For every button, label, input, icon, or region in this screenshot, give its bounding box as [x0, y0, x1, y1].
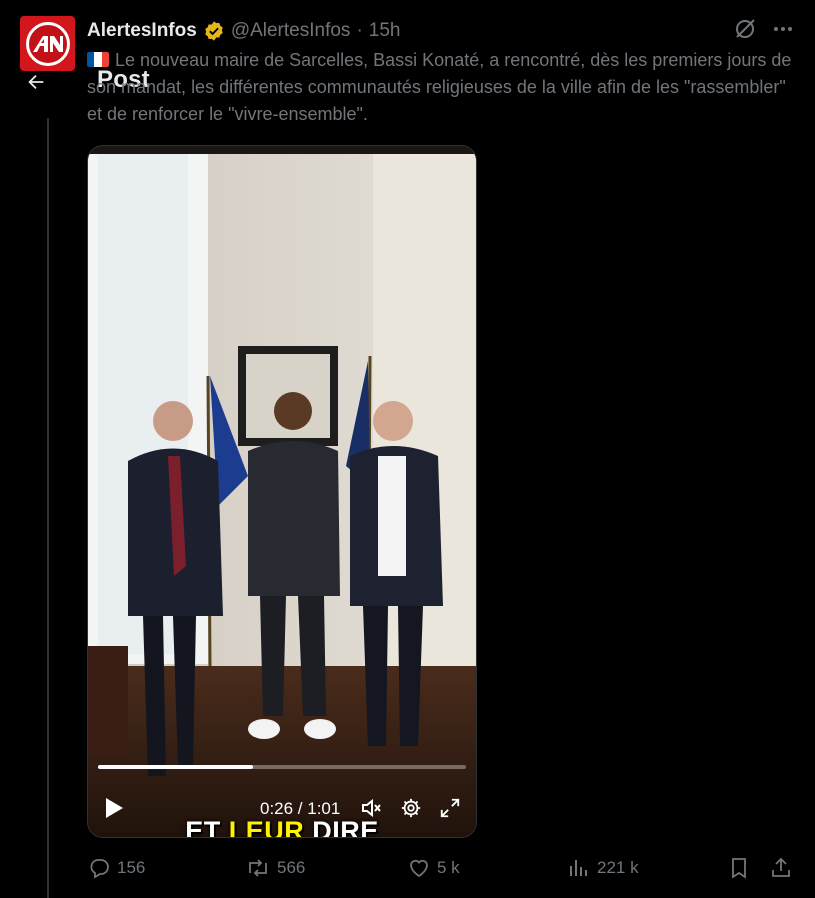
meta-separator: ·: [356, 20, 363, 41]
avatar[interactable]: [20, 16, 75, 71]
arrow-left-icon: [28, 74, 44, 90]
france-flag-icon: [87, 52, 109, 67]
reply-icon: [90, 859, 109, 879]
video-time: 0:26 / 1:01: [260, 799, 341, 818]
views-icon: [570, 860, 587, 876]
play-icon: [106, 798, 123, 818]
heart-icon: [410, 859, 428, 878]
timestamp[interactable]: 15h: [369, 20, 401, 42]
like-count: 5 k: [437, 858, 460, 877]
grok-button[interactable]: [733, 17, 757, 46]
more-icon: [774, 26, 792, 31]
handle[interactable]: @AlertesInfos: [231, 20, 351, 42]
video-progress-bar[interactable]: [98, 765, 466, 769]
gear-icon: [401, 798, 421, 818]
repost-count: 566: [277, 858, 306, 877]
fullscreen-icon: [440, 798, 460, 818]
thread-line: [47, 118, 49, 898]
bookmark-button[interactable]: [727, 852, 751, 884]
share-button[interactable]: [769, 852, 793, 884]
play-button[interactable]: [101, 794, 127, 822]
settings-button[interactable]: [398, 796, 424, 820]
grok-icon: [736, 18, 755, 38]
tweet-text: Le nouveau maire de Sarcelles, Bassi Kon…: [87, 47, 797, 128]
video-frame: [88, 146, 476, 837]
views-count: 221 k: [597, 858, 639, 877]
verified-badge-icon[interactable]: [203, 20, 225, 42]
more-button[interactable]: [771, 17, 795, 46]
mute-button[interactable]: [359, 796, 385, 820]
alertesinfos-logo: [25, 21, 70, 66]
repost-icon: [249, 859, 267, 877]
video-player[interactable]: ET LEUR DIRE: [87, 145, 477, 838]
display-name[interactable]: AlertesInfos: [87, 20, 197, 42]
bookmark-icon: [732, 858, 746, 879]
tweet-action-bar: 156 566 5 k 221 k: [87, 852, 797, 884]
fullscreen-button[interactable]: [437, 796, 463, 820]
video-controls: 0:26 / 1:01: [87, 790, 477, 826]
tweet-header: AlertesInfos @AlertesInfos · 15h: [87, 18, 795, 44]
share-icon: [772, 857, 790, 877]
tweet-body: Le nouveau maire de Sarcelles, Bassi Kon…: [87, 50, 792, 124]
back-button[interactable]: [20, 66, 52, 98]
like-button[interactable]: 5 k: [407, 852, 460, 884]
video-progress-fill: [98, 765, 253, 769]
reply-button[interactable]: 156: [87, 852, 145, 884]
repost-button[interactable]: 566: [245, 852, 305, 884]
views-button[interactable]: 221 k: [567, 852, 639, 884]
mute-icon: [362, 798, 381, 818]
reply-count: 156: [117, 858, 146, 877]
